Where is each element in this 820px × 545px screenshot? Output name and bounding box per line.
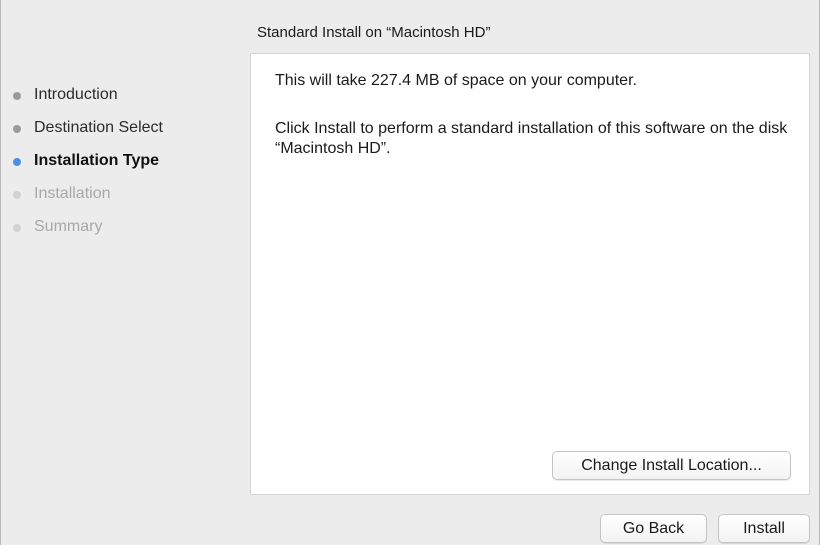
step-destination-select: Destination Select (1, 111, 241, 144)
step-current-dot-icon (13, 157, 21, 166)
step-completed-dot-icon (13, 124, 21, 133)
installer-steps-list: Introduction Destination Select Installa… (1, 78, 241, 243)
step-label: Installation Type (34, 151, 160, 169)
step-label: Destination Select (34, 118, 163, 136)
go-back-button[interactable]: Go Back (600, 514, 707, 543)
step-introduction: Introduction (1, 78, 241, 111)
install-button[interactable]: Install (718, 514, 810, 543)
pane-title: Standard Install on “Macintosh HD” (257, 24, 491, 41)
step-pending-dot-icon (13, 190, 21, 199)
step-summary: Summary (1, 210, 241, 243)
install-instructions-text: Click Install to perform a standard inst… (275, 120, 788, 157)
step-label: Summary (34, 217, 103, 235)
content-pane: This will take 227.4 MB of space on your… (250, 53, 810, 495)
step-label: Introduction (34, 85, 118, 103)
installer-window: Introduction Destination Select Installa… (0, 0, 820, 545)
step-label: Installation (34, 184, 111, 202)
step-installation-type: Installation Type (1, 144, 241, 177)
step-completed-dot-icon (13, 91, 21, 100)
step-installation: Installation (1, 177, 241, 210)
space-required-text: This will take 227.4 MB of space on your… (275, 72, 637, 89)
change-install-location-button[interactable]: Change Install Location... (552, 451, 791, 480)
step-pending-dot-icon (13, 223, 21, 232)
